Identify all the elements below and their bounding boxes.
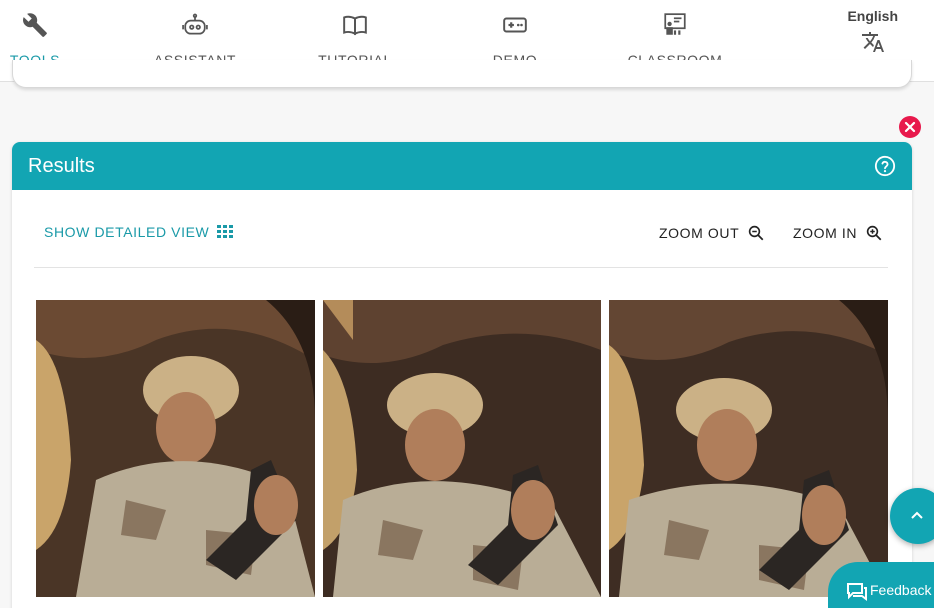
zoom-in-button[interactable]: ZOOM IN <box>793 224 883 242</box>
results-header: Results <box>12 142 912 190</box>
show-detailed-view-button[interactable]: SHOW DETAILED VIEW <box>44 224 234 240</box>
robot-icon <box>182 13 208 35</box>
video-frame-image <box>609 300 888 597</box>
language-selector[interactable]: English <box>847 8 898 54</box>
options-card-bottom <box>12 60 912 88</box>
zoom-out-label: ZOOM OUT <box>659 225 740 241</box>
wrench-icon <box>23 13 47 37</box>
zoom-out-icon <box>749 225 764 241</box>
feedback-label: Feedback <box>870 582 932 598</box>
result-frame[interactable] <box>609 300 888 597</box>
zoom-in-label: ZOOM IN <box>793 225 858 241</box>
grid-icon <box>217 225 234 238</box>
help-circle-icon[interactable] <box>874 155 896 177</box>
language-label: English <box>847 8 898 24</box>
video-frame-image <box>36 300 315 597</box>
chevron-up-icon <box>911 511 923 519</box>
result-frame[interactable] <box>323 300 601 597</box>
results-title: Results <box>28 154 95 177</box>
feedback-button[interactable]: Feedback <box>828 562 934 608</box>
close-results-button[interactable] <box>899 116 921 138</box>
zoom-out-button[interactable]: ZOOM OUT <box>659 224 765 242</box>
zoom-in-icon <box>866 225 882 241</box>
show-detailed-view-label: SHOW DETAILED VIEW <box>44 224 210 240</box>
classroom-icon <box>664 13 686 35</box>
feedback-icon <box>847 583 867 601</box>
close-icon <box>904 121 916 133</box>
translate-icon <box>861 32 884 52</box>
gamepad-icon <box>503 17 527 33</box>
video-frame-image <box>323 300 601 597</box>
result-frame[interactable] <box>36 300 315 597</box>
book-icon <box>343 15 367 36</box>
results-toolbar: SHOW DETAILED VIEW ZOOM OUT ZOOM IN <box>34 190 888 268</box>
